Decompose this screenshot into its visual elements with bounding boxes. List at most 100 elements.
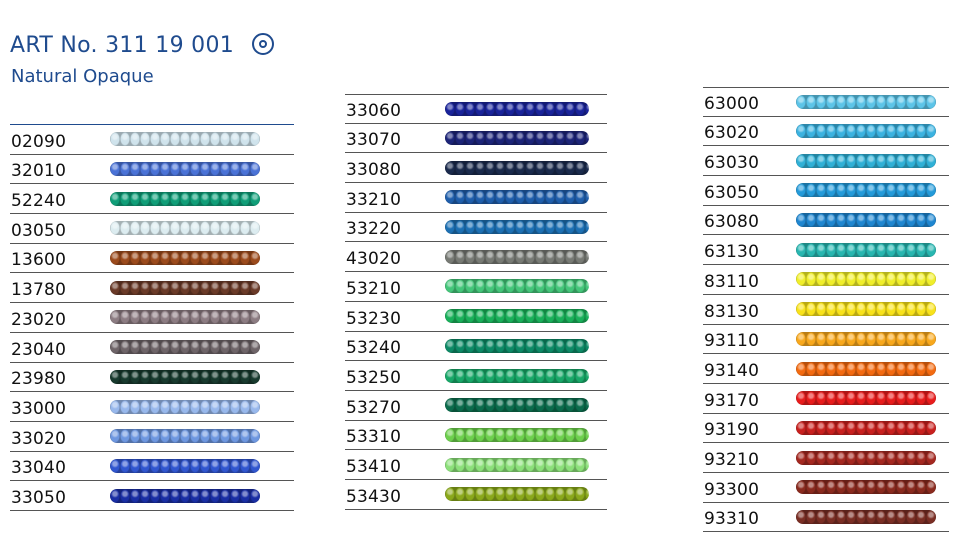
double-circle-icon	[252, 33, 275, 55]
color-code: 93110	[704, 331, 760, 352]
bead-swatch	[110, 340, 260, 355]
bead-swatch	[110, 280, 260, 295]
color-code: 83130	[704, 301, 760, 322]
color-row: 93190	[703, 414, 949, 444]
bead-swatch	[445, 427, 589, 442]
color-row: 93310	[703, 503, 949, 533]
color-column-1: 02090 32010 52240 03050 13600 13780 23020 23040…	[10, 124, 294, 511]
color-row: 93110	[703, 325, 949, 355]
bead-swatch	[110, 132, 260, 147]
bead-swatch	[796, 153, 936, 168]
bead-swatch	[796, 509, 936, 524]
color-row: 63030	[703, 146, 949, 177]
color-row: 53240	[345, 332, 607, 362]
color-code: 02090	[11, 131, 67, 152]
color-row: 63000	[703, 87, 949, 117]
color-code: 33050	[11, 487, 67, 508]
bead-swatch	[445, 249, 589, 264]
color-code: 52240	[11, 191, 67, 212]
bead-swatch	[796, 302, 936, 317]
color-row: 23980	[10, 363, 294, 393]
bead-swatch	[796, 183, 936, 198]
color-row: 53410	[345, 450, 607, 480]
color-row: 63050	[703, 176, 949, 206]
bead-swatch	[445, 190, 589, 205]
color-row: 63020	[703, 117, 949, 147]
bead-swatch	[110, 458, 260, 473]
color-code: 53270	[346, 397, 402, 418]
bead-swatch	[110, 191, 260, 206]
color-row: 33070	[345, 124, 607, 154]
bead-swatch	[110, 488, 260, 503]
color-row: 53250	[345, 361, 607, 391]
bead-swatch	[445, 487, 589, 502]
subtitle: Natural Opaque	[11, 66, 154, 87]
color-row: 33040	[10, 452, 294, 482]
color-row: 53430	[345, 480, 607, 510]
color-row: 33060	[345, 94, 607, 124]
color-code: 93140	[704, 360, 760, 381]
color-code: 23040	[11, 339, 67, 360]
bead-swatch	[445, 368, 589, 383]
color-row: 93300	[703, 473, 949, 503]
color-code: 93210	[704, 449, 760, 470]
color-code: 33220	[346, 219, 402, 240]
bead-swatch	[796, 213, 936, 228]
color-row: 53310	[345, 421, 607, 451]
bead-swatch	[445, 279, 589, 294]
color-code: 33040	[11, 458, 67, 479]
color-code: 23020	[11, 309, 67, 330]
color-row: 93140	[703, 354, 949, 384]
bead-swatch	[796, 420, 936, 435]
color-code: 63080	[704, 212, 760, 233]
bead-swatch	[110, 310, 260, 325]
color-row: 32010	[10, 155, 294, 185]
bead-swatch	[796, 391, 936, 406]
color-row: 33000	[10, 392, 294, 422]
bead-swatch	[445, 457, 589, 472]
bead-swatch	[796, 272, 936, 287]
color-code: 93190	[704, 420, 760, 441]
bead-swatch	[445, 309, 589, 324]
bead-swatch	[445, 338, 589, 353]
color-code: 63050	[704, 182, 760, 203]
color-row: 53230	[345, 302, 607, 332]
color-column-2: 33060 33070 33080 33210 33220 43020 53210 53230…	[345, 94, 607, 510]
bead-swatch	[110, 429, 260, 444]
color-code: 33020	[11, 428, 67, 449]
color-code: 63000	[704, 93, 760, 114]
color-code: 53410	[346, 456, 402, 477]
color-code: 63130	[704, 242, 760, 263]
color-code: 33060	[346, 100, 402, 121]
color-row: 53270	[345, 391, 607, 421]
color-code: 13780	[11, 280, 67, 301]
color-code: 53250	[346, 367, 402, 388]
color-code: 53240	[346, 338, 402, 359]
bead-swatch	[445, 131, 589, 146]
bead-swatch	[796, 242, 936, 257]
color-row: 33050	[10, 481, 294, 511]
color-code: 13600	[11, 250, 67, 271]
color-code: 33210	[346, 189, 402, 210]
color-code: 93300	[704, 479, 760, 500]
bead-swatch	[796, 94, 936, 109]
color-code: 33080	[346, 160, 402, 181]
bead-swatch	[796, 124, 936, 139]
color-row: 63130	[703, 235, 949, 266]
bead-swatch	[796, 331, 936, 346]
color-code: 63020	[704, 123, 760, 144]
color-code: 23980	[11, 369, 67, 390]
color-row: 33210	[345, 183, 607, 213]
color-code: 53210	[346, 278, 402, 299]
color-row: 33220	[345, 213, 607, 243]
color-code: 53230	[346, 308, 402, 329]
bead-swatch	[796, 361, 936, 376]
color-row: 93170	[703, 384, 949, 414]
bead-swatch	[110, 369, 260, 384]
color-row: 33020	[10, 422, 294, 452]
bead-swatch	[110, 221, 260, 236]
bead-swatch	[796, 450, 936, 465]
color-row: 83130	[703, 295, 949, 325]
article-number-title: ART No. 311 19 001	[10, 33, 275, 58]
color-row: 13600	[10, 244, 294, 274]
